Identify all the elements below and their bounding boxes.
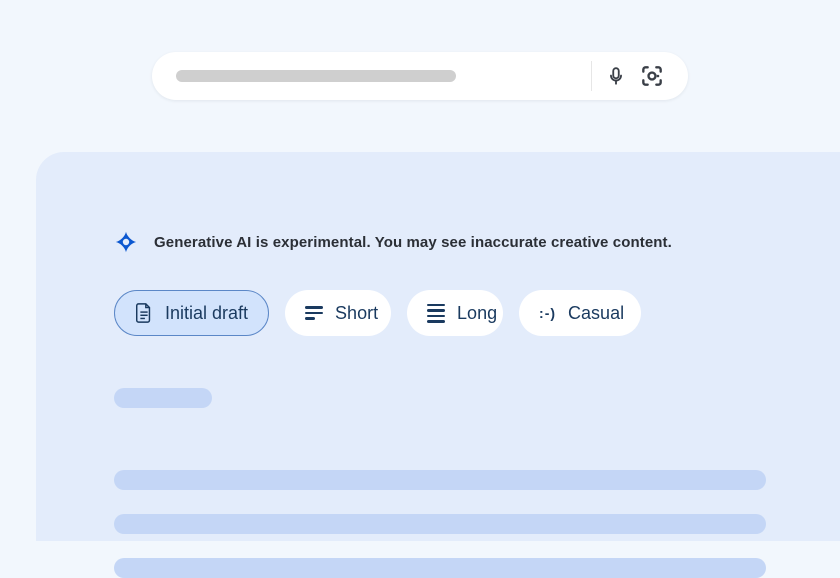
skeleton-line <box>114 388 212 408</box>
disclaimer-text: Generative AI is experimental. You may s… <box>154 234 672 251</box>
chip-label: Casual <box>568 303 624 324</box>
search-divider <box>591 61 592 91</box>
sparkle-icon <box>114 230 138 254</box>
voice-search-button[interactable] <box>598 58 634 94</box>
long-lines-icon <box>427 304 445 323</box>
search-placeholder-skeleton <box>176 70 456 82</box>
microphone-icon <box>605 65 627 87</box>
chip-initial-draft[interactable]: Initial draft <box>114 290 269 336</box>
chip-casual[interactable]: :-) Casual <box>519 290 641 336</box>
generative-ai-panel: Generative AI is experimental. You may s… <box>36 152 840 541</box>
smiley-icon: :-) <box>539 305 556 321</box>
lens-icon <box>639 63 665 89</box>
disclaimer-row: Generative AI is experimental. You may s… <box>114 230 762 254</box>
chip-long[interactable]: Long <box>407 290 503 336</box>
search-area <box>0 0 840 100</box>
chip-label: Initial draft <box>165 303 248 324</box>
content-skeleton <box>114 388 762 578</box>
skeleton-line <box>114 558 766 578</box>
skeleton-line <box>114 470 766 490</box>
skeleton-line <box>114 514 766 534</box>
search-bar[interactable] <box>152 52 688 100</box>
short-lines-icon <box>305 306 323 320</box>
draft-style-chips: Initial draft Short <box>114 290 762 336</box>
lens-search-button[interactable] <box>634 58 670 94</box>
chip-short[interactable]: Short <box>285 290 391 336</box>
chip-label: Short <box>335 303 378 324</box>
document-icon <box>135 303 153 323</box>
chip-label: Long <box>457 303 497 324</box>
